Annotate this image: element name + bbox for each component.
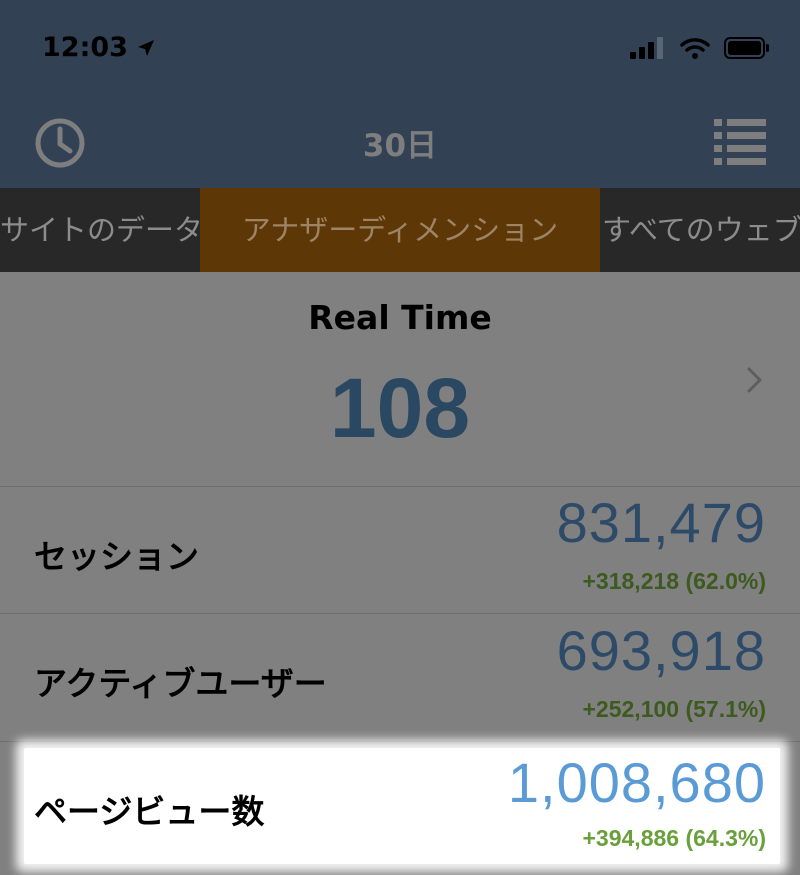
- app-header: 12:03 30日: [0, 0, 800, 188]
- metric-change-page-views: +394,886 (64.3%): [582, 825, 767, 851]
- status-time-text: 12:03: [42, 32, 128, 63]
- cellular-signal-icon: [630, 37, 663, 59]
- status-bar-indicators: [630, 36, 770, 60]
- metric-label-active-users: アクティブユーザー: [34, 664, 327, 703]
- metric-label-page-views: ページビュー数: [34, 792, 265, 831]
- tab-site-data[interactable]: サイトのデータ: [0, 188, 204, 272]
- tab-all-web[interactable]: すべてのウェブ: [602, 188, 800, 272]
- wifi-icon: [680, 38, 710, 59]
- metric-label-sessions: セッション: [34, 537, 199, 576]
- metric-value-active-users: 693,918: [556, 619, 766, 682]
- tab-label: サイトのデータ: [0, 213, 204, 247]
- metric-value-page-views: 1,008,680: [507, 751, 766, 814]
- divider: [0, 741, 800, 742]
- divider: [0, 486, 800, 487]
- metric-value-sessions: 831,479: [556, 491, 766, 554]
- tab-label: すべてのウェブ: [602, 213, 800, 247]
- divider: [0, 613, 800, 614]
- nav-title: 30日: [362, 128, 438, 164]
- location-arrow-icon: [137, 39, 154, 56]
- metric-change-active-users: +252,100 (57.1%): [582, 696, 767, 722]
- tab-label: アナザーディメンション: [241, 213, 559, 247]
- metric-change-sessions: +318,218 (62.0%): [582, 568, 767, 594]
- tab-another-dimension[interactable]: アナザーディメンション: [200, 188, 600, 272]
- realtime-title: Real Time: [308, 298, 492, 337]
- realtime-value: 108: [329, 361, 471, 455]
- list-menu-icon[interactable]: [714, 117, 766, 165]
- chevron-right-icon[interactable]: [746, 366, 764, 394]
- status-bar-time: 12:03: [42, 32, 156, 63]
- battery-icon: [724, 37, 769, 59]
- segment-tabs: サイトのデータ アナザーディメンション すべてのウェブ: [0, 188, 800, 272]
